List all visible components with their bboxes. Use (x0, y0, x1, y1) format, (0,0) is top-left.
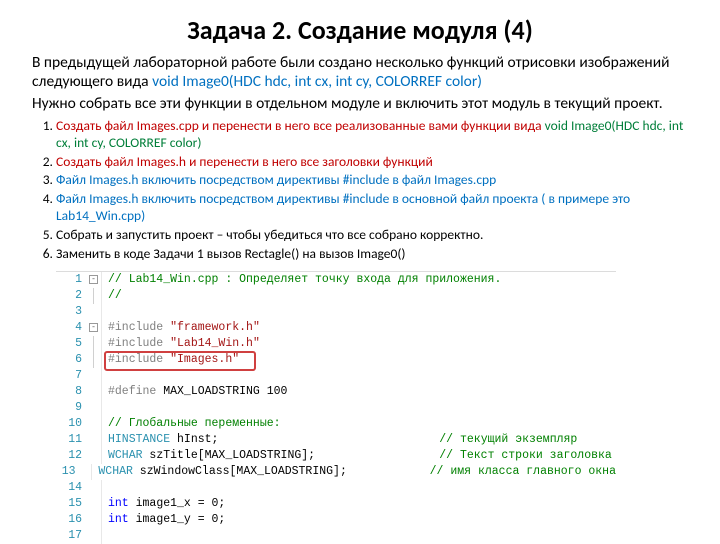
code-line: 4-#include "framework.h" (56, 320, 616, 336)
code-line: 5#include "Lab14_Win.h" (56, 336, 616, 352)
step-item: Собрать и запустить проект – чтобы убеди… (56, 227, 688, 244)
code-line: 2// (56, 288, 616, 304)
steps-list: Создать файл Images.cpp и перенести в не… (32, 118, 688, 263)
code-line: 17 (56, 528, 616, 544)
code-line: 9 (56, 400, 616, 416)
code-line: 6#include "Images.h" (56, 352, 616, 368)
code-line: 13WCHAR szWindowClass[MAX_LOADSTRING]; /… (56, 464, 616, 480)
slide-title: Задача 2. Создание модуля (4) (32, 14, 688, 46)
code-line: 8#define MAX_LOADSTRING 100 (56, 384, 616, 400)
code-line: 12WCHAR szTitle[MAX_LOADSTRING]; // Текс… (56, 448, 616, 464)
code-line: 16int image1_y = 0; (56, 512, 616, 528)
intro-paragraph-2: Нужно собрать все эти функции в отдельно… (32, 95, 688, 114)
code-line: 1-// Lab14_Win.cpp : Определяет точку вх… (56, 272, 616, 288)
code-line: 14 (56, 480, 616, 496)
code-line: 7 (56, 368, 616, 384)
code-line: 3 (56, 304, 616, 320)
step-item: Файл Images.h включить посредством дирек… (56, 172, 688, 189)
code-line: 10// Глобальные переменные: (56, 416, 616, 432)
code-line: 11HINSTANCE hInst; // текущий экземпляр (56, 432, 616, 448)
intro-paragraph: В предыдущей лабораторной работе были со… (32, 54, 688, 91)
intro-signature: void Image0(HDC hdc, int cx, int cy, COL… (152, 72, 482, 91)
code-editor-snippet: 1-// Lab14_Win.cpp : Определяет точку вх… (56, 271, 616, 544)
step-item: Создать файл Images.cpp и перенести в не… (56, 118, 688, 152)
step-item: Создать файл Images.h и перенести в него… (56, 154, 688, 171)
step-item: Заменить в коде Задачи 1 вызов Rectagle(… (56, 246, 688, 263)
step-item: Файл Images.h включить посредством дирек… (56, 191, 688, 225)
slide: Задача 2. Создание модуля (4) В предыдущ… (0, 0, 720, 540)
code-line: 15int image1_x = 0; (56, 496, 616, 512)
